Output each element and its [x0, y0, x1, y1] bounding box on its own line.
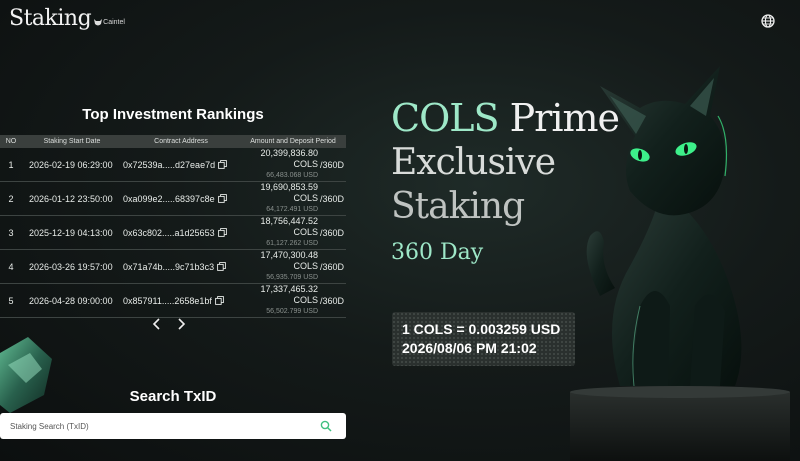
contract-address-cell: 0x72539a.....d27eae7d: [122, 148, 240, 182]
contract-address-cell: 0x857911.....2658e1bf: [122, 283, 240, 318]
amount-usd: 56,935.709 USD: [266, 274, 318, 281]
staking-start-date: 2026-02-19 06:29:00: [22, 148, 122, 182]
price-datetime: 2026/08/06 PM 21:02: [402, 340, 537, 356]
staking-start-date: 2026-04-28 09:00:00: [22, 283, 122, 318]
column-header-address: Contract Address: [154, 138, 208, 145]
contract-address: 0x857911.....2658e1bf: [123, 295, 212, 306]
cat-statue-image: [570, 66, 790, 461]
brand[interactable]: Staking Caintel: [9, 6, 125, 31]
column-header-date: Staking Start Date: [43, 138, 101, 145]
amount-cell: 18,756,447.52 COLS 61,127.262 USD: [240, 215, 318, 250]
table-row: 5 2026-04-28 09:00:00 0x857911.....2658e1b…: [0, 283, 346, 318]
contract-address: 0x72539a.....d27eae7d: [123, 159, 216, 170]
deposit-period: /360D: [318, 215, 346, 250]
amount-cols: 17,337,465.32 COLS: [260, 284, 318, 305]
price-box: 1 COLS = 0.003259 USD 2026/08/06 PM 21:0…: [392, 312, 575, 366]
amount-cell: 19,690,853.59 COLS 64,172.491 USD: [240, 181, 318, 216]
copy-icon[interactable]: [217, 261, 226, 271]
cat-logo-icon: [94, 19, 103, 26]
rank-number: 1: [0, 148, 22, 182]
copy-icon[interactable]: [218, 159, 227, 169]
header: Staking Caintel: [0, 0, 800, 44]
page-title: Staking: [9, 6, 92, 31]
chevron-left-icon[interactable]: [152, 317, 162, 331]
rank-number: 2: [0, 181, 22, 216]
deposit-period: /360D: [318, 148, 346, 182]
search-title: Search TxID: [129, 388, 217, 405]
globe-icon[interactable]: [761, 14, 775, 28]
amount-usd: 64,172.491 USD: [266, 206, 318, 213]
search-box: [0, 413, 346, 439]
amount-usd: 56,502.799 USD: [266, 308, 318, 315]
table-header-row: NO Staking Start Date Contract Address A…: [0, 135, 346, 148]
hero-accent: COLS: [391, 96, 499, 140]
amount-cols: 17,470,300.48 COLS: [260, 250, 318, 271]
contract-address-cell: 0xa099e2.....68397c8e: [122, 181, 240, 216]
amount-cell: 17,470,300.48 COLS 56,935.709 USD: [240, 249, 318, 284]
rankings-title: Top Investment Rankings: [82, 106, 264, 123]
copy-icon[interactable]: [215, 295, 224, 305]
rank-number: 5: [0, 283, 22, 318]
table-row: 1 2026-02-19 06:29:00 0x72539a.....d27eae7…: [0, 148, 346, 182]
copy-icon[interactable]: [217, 193, 227, 203]
brand-mark: Caintel: [94, 19, 125, 26]
copy-icon[interactable]: [217, 227, 227, 237]
amount-cell: 20,399,836.80 COLS 66,483.068 USD: [240, 148, 318, 182]
column-header-amount: Amount and Deposit Period: [250, 138, 336, 145]
deposit-period: /360D: [318, 283, 346, 318]
hero-line-3: Staking: [391, 186, 525, 227]
brand-mark-label: Caintel: [103, 19, 125, 26]
amount-usd: 66,483.068 USD: [266, 172, 318, 179]
hero-line-2: Exclusive: [391, 142, 556, 183]
chevron-right-icon[interactable]: [176, 317, 186, 331]
staking-start-date: 2025-12-19 04:13:00: [22, 215, 122, 250]
pagination: [152, 317, 186, 331]
contract-address: 0x71a74b.....9c71b3c3: [123, 261, 215, 272]
amount-usd: 61,127.262 USD: [266, 240, 318, 247]
contract-address: 0x63c802.....a1d25653: [123, 227, 215, 238]
rankings-table: NO Staking Start Date Contract Address A…: [0, 135, 346, 318]
contract-address-cell: 0x63c802.....a1d25653: [122, 215, 240, 250]
search-input[interactable]: [0, 413, 310, 439]
amount-cell: 17,337,465.32 COLS 56,502.799 USD: [240, 283, 318, 318]
column-header-no: NO: [5, 138, 17, 145]
table-row: 4 2026-03-26 19:57:00 0x71a74b.....9c71b3c…: [0, 249, 346, 284]
rank-number: 4: [0, 249, 22, 284]
amount-cols: 18,756,447.52 COLS: [260, 216, 318, 237]
contract-address: 0xa099e2.....68397c8e: [123, 193, 215, 204]
exchange-rate: 1 COLS = 0.003259 USD: [402, 321, 561, 337]
staking-start-date: 2026-01-12 23:50:00: [22, 181, 122, 216]
deposit-period: /360D: [318, 181, 346, 216]
search-icon[interactable]: [320, 420, 332, 432]
rank-number: 3: [0, 215, 22, 250]
table-row: 2 2026-01-12 23:50:00 0xa099e2.....68397c8…: [0, 181, 346, 216]
hero-line-4: 360 Day: [391, 240, 484, 265]
deposit-period: /360D: [318, 249, 346, 284]
table-row: 3 2025-12-19 04:13:00 0x63c802.....a1d2565…: [0, 215, 346, 250]
amount-cols: 19,690,853.59 COLS: [260, 182, 318, 203]
amount-cols: 20,399,836.80 COLS: [260, 148, 318, 169]
contract-address-cell: 0x71a74b.....9c71b3c3: [122, 249, 240, 284]
staking-start-date: 2026-03-26 19:57:00: [22, 249, 122, 284]
